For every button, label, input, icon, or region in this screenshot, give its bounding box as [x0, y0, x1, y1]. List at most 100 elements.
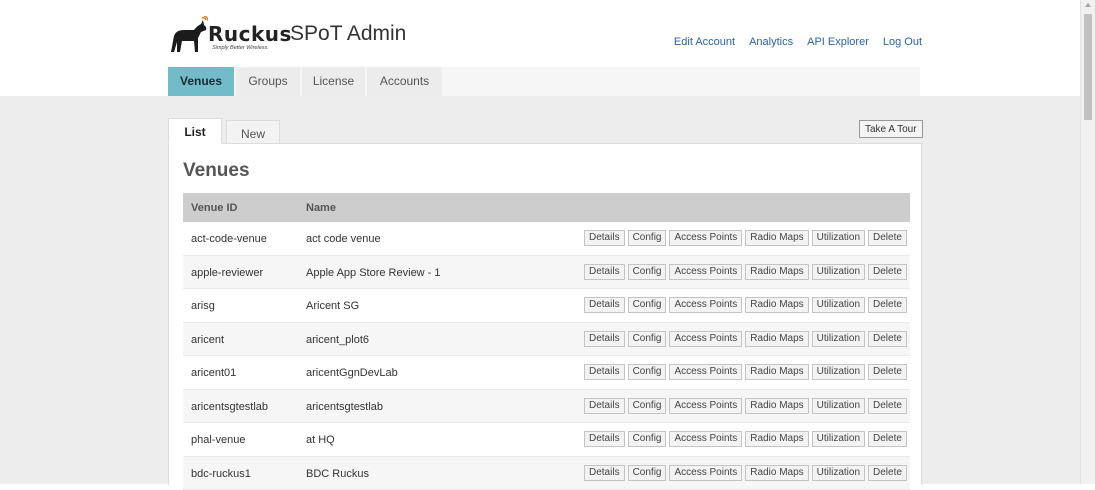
utilization-button[interactable]: Utilization — [812, 398, 865, 414]
config-button[interactable]: Config — [628, 230, 667, 246]
scroll-up-icon[interactable] — [1085, 3, 1091, 7]
venue-id-cell: arisg — [191, 300, 215, 312]
radio-maps-button[interactable]: Radio Maps — [745, 264, 808, 280]
venue-id-cell: apple-reviewer — [191, 267, 263, 279]
table-row: apple-reviewer Apple App Store Review - 1… — [183, 256, 910, 290]
access-points-button[interactable]: Access Points — [669, 230, 742, 246]
venue-id-cell: phal-venue — [191, 434, 245, 446]
tab-venues[interactable]: Venues — [168, 67, 234, 96]
details-button[interactable]: Details — [584, 431, 625, 447]
venue-name-cell: Apple App Store Review - 1 — [306, 267, 441, 279]
venue-name-cell: aricent_plot6 — [306, 334, 369, 346]
logo-wordmark: Ruckus — [208, 22, 292, 46]
details-button[interactable]: Details — [584, 331, 625, 347]
row-actions: DetailsConfigAccess PointsRadio MapsUtil… — [584, 264, 907, 280]
config-button[interactable]: Config — [628, 264, 667, 280]
config-button[interactable]: Config — [628, 398, 667, 414]
table-row: act-code-venue act code venue DetailsConfi… — [183, 222, 910, 256]
radio-maps-button[interactable]: Radio Maps — [745, 297, 808, 313]
edit-account-link[interactable]: Edit Account — [674, 36, 735, 48]
venue-name-cell: at HQ — [306, 434, 335, 446]
venue-name-cell: act code venue — [306, 233, 381, 245]
details-button[interactable]: Details — [584, 230, 625, 246]
config-button[interactable]: Config — [628, 364, 667, 380]
config-button[interactable]: Config — [628, 297, 667, 313]
access-points-button[interactable]: Access Points — [669, 465, 742, 481]
access-points-button[interactable]: Access Points — [669, 431, 742, 447]
venue-id-cell: aricent01 — [191, 367, 236, 379]
delete-button[interactable]: Delete — [868, 331, 907, 347]
row-actions: DetailsConfigAccess PointsRadio MapsUtil… — [584, 297, 907, 313]
analytics-link[interactable]: Analytics — [749, 36, 793, 48]
row-actions: DetailsConfigAccess PointsRadio MapsUtil… — [584, 465, 907, 481]
radio-maps-button[interactable]: Radio Maps — [745, 398, 808, 414]
row-actions: DetailsConfigAccess PointsRadio MapsUtil… — [584, 398, 907, 414]
header-venue-id: Venue ID — [191, 202, 237, 214]
venue-id-cell: bdc-ruckus1 — [191, 468, 251, 480]
config-button[interactable]: Config — [628, 465, 667, 481]
utilization-button[interactable]: Utilization — [812, 364, 865, 380]
details-button[interactable]: Details — [584, 465, 625, 481]
utilization-button[interactable]: Utilization — [812, 230, 865, 246]
access-points-button[interactable]: Access Points — [669, 364, 742, 380]
utilization-button[interactable]: Utilization — [812, 264, 865, 280]
config-button[interactable]: Config — [628, 431, 667, 447]
venue-id-cell: aricent — [191, 334, 224, 346]
access-points-button[interactable]: Access Points — [669, 264, 742, 280]
table-row: aricentsgtestlabaricentsgtestlabDetailsC… — [183, 390, 910, 424]
access-points-button[interactable]: Access Points — [669, 398, 742, 414]
table-row: phal-venue at HQ DetailsConfigAccess Point… — [183, 423, 910, 457]
app-title: SPoT Admin — [290, 22, 406, 46]
utilization-button[interactable]: Utilization — [812, 465, 865, 481]
delete-button[interactable]: Delete — [868, 364, 907, 380]
details-button[interactable]: Details — [584, 398, 625, 414]
api-explorer-link[interactable]: API Explorer — [807, 36, 869, 48]
access-points-button[interactable]: Access Points — [669, 331, 742, 347]
details-button[interactable]: Details — [584, 364, 625, 380]
utilization-button[interactable]: Utilization — [812, 331, 865, 347]
tab-license[interactable]: License — [302, 67, 365, 96]
venue-id-cell: aricentsgtestlab — [191, 401, 268, 413]
logo-tagline: Simply Better Wireless. — [212, 45, 269, 51]
row-actions: DetailsConfigAccess PointsRadio MapsUtil… — [584, 364, 907, 380]
config-button[interactable]: Config — [628, 331, 667, 347]
tab-groups[interactable]: Groups — [236, 67, 300, 96]
details-button[interactable]: Details — [584, 297, 625, 313]
venue-name-cell: aricentGgnDevLab — [306, 367, 398, 379]
account-links: Edit Account Analytics API Explorer Log … — [674, 36, 922, 48]
scroll-thumb[interactable] — [1084, 14, 1092, 120]
radio-maps-button[interactable]: Radio Maps — [745, 465, 808, 481]
radio-maps-button[interactable]: Radio Maps — [745, 331, 808, 347]
app-header: Ruckus Simply Better Wireless. SPoT Admi… — [0, 0, 1080, 96]
tab-accounts[interactable]: Accounts — [367, 67, 442, 96]
utilization-button[interactable]: Utilization — [812, 431, 865, 447]
take-a-tour-button[interactable]: Take A Tour — [859, 120, 923, 138]
log-out-link[interactable]: Log Out — [883, 36, 922, 48]
header-name: Name — [306, 202, 336, 214]
delete-button[interactable]: Delete — [868, 431, 907, 447]
delete-button[interactable]: Delete — [868, 264, 907, 280]
radio-maps-button[interactable]: Radio Maps — [745, 230, 808, 246]
details-button[interactable]: Details — [584, 264, 625, 280]
venue-id-cell: act-code-venue — [191, 233, 267, 245]
main-nav: Venues Groups License Accounts — [168, 67, 920, 96]
subtab-list[interactable]: List — [168, 118, 222, 144]
dog-logo-icon — [168, 16, 208, 56]
delete-button[interactable]: Delete — [868, 297, 907, 313]
subtab-new[interactable]: New — [226, 120, 280, 144]
radio-maps-button[interactable]: Radio Maps — [745, 364, 808, 380]
vertical-scrollbar[interactable] — [1080, 0, 1095, 484]
delete-button[interactable]: Delete — [868, 230, 907, 246]
venue-name-cell: Aricent SG — [306, 300, 359, 312]
delete-button[interactable]: Delete — [868, 398, 907, 414]
table-row: arisg Aricent SG DetailsConfigAccess Point… — [183, 289, 910, 323]
radio-maps-button[interactable]: Radio Maps — [745, 431, 808, 447]
delete-button[interactable]: Delete — [868, 465, 907, 481]
ruckus-logo[interactable]: Ruckus Simply Better Wireless. — [168, 16, 278, 58]
table-row: aricent01 aricentGgnDevLab DetailsConfigAc… — [183, 356, 910, 390]
venue-name-cell: BDC Ruckus — [306, 468, 369, 480]
table-row: aricent aricent_plot6 DetailsConfigAccess … — [183, 323, 910, 357]
utilization-button[interactable]: Utilization — [812, 297, 865, 313]
access-points-button[interactable]: Access Points — [669, 297, 742, 313]
page-title: Venues — [183, 160, 250, 182]
